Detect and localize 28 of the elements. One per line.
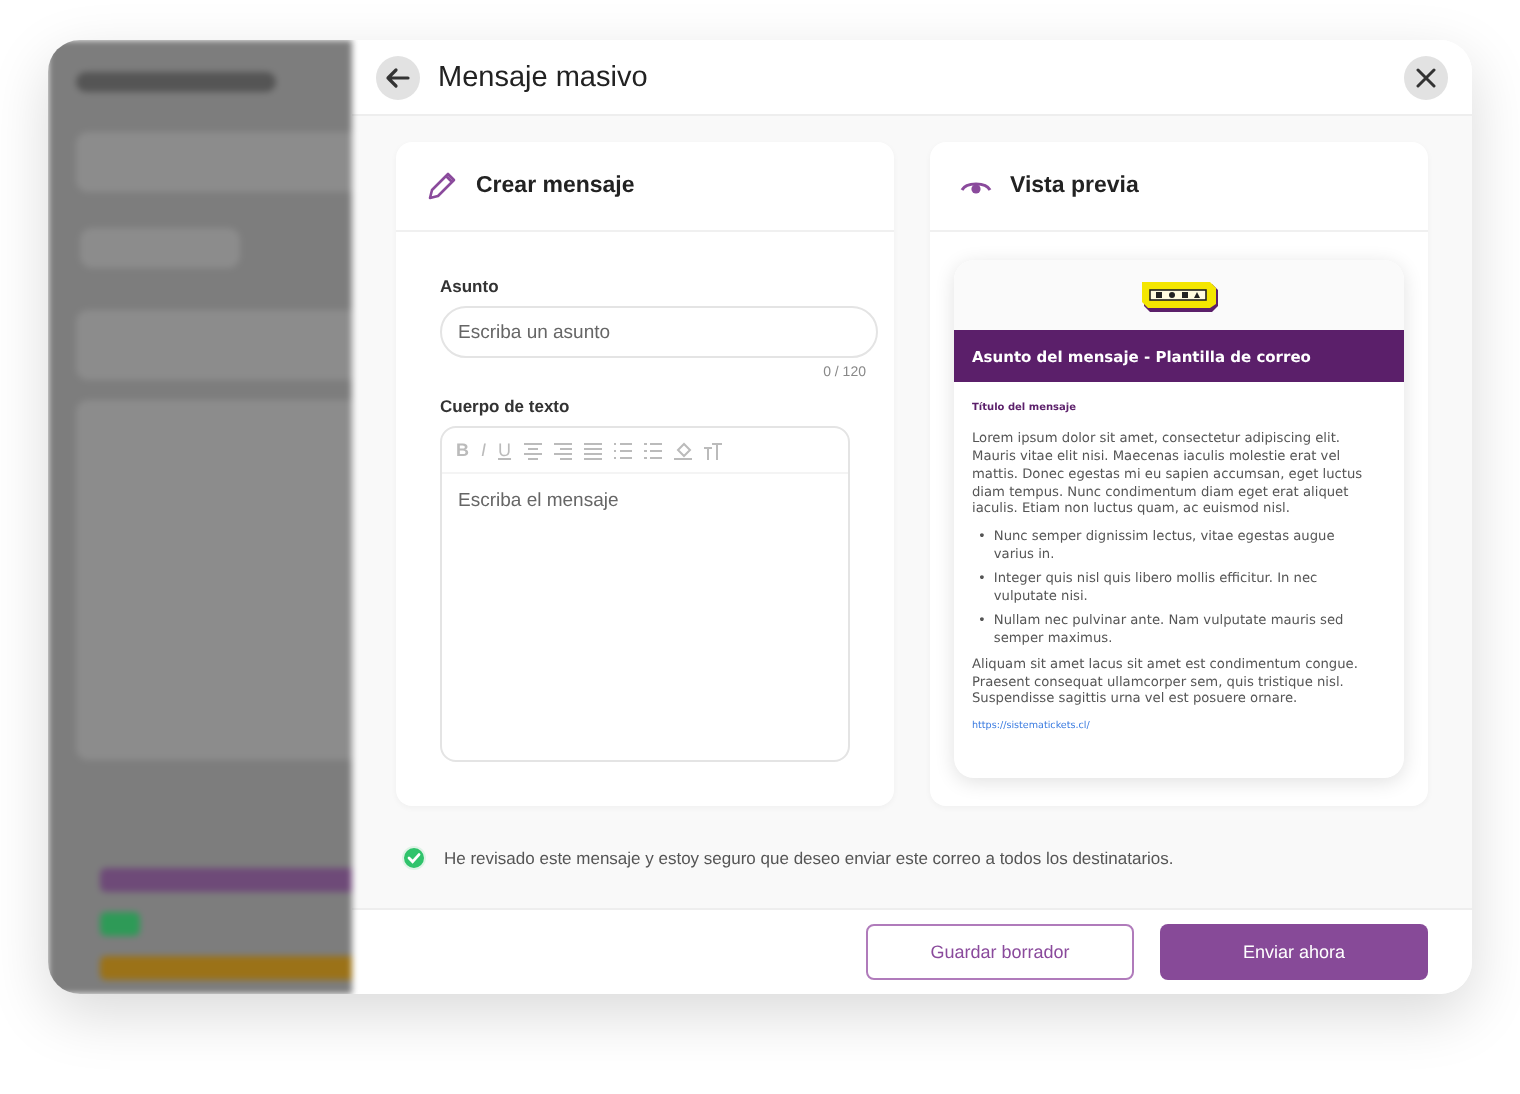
- confirm-label: He revisado este mensaje y estoy seguro que deseo enviar este correo a todos los destinatarios.: [444, 847, 1174, 868]
- modal-title: Mensaje masivo: [438, 61, 648, 94]
- confirm-checkbox[interactable]: [402, 845, 426, 870]
- text-size-icon[interactable]: [703, 441, 722, 460]
- format-button[interactable]: I: [481, 440, 487, 461]
- format-button[interactable]: B: [456, 440, 469, 461]
- card-title: Crear mensaje: [476, 174, 635, 199]
- back-arrow-icon: [384, 63, 412, 92]
- bullet-list-icon[interactable]: [613, 441, 632, 460]
- numbered-list-icon[interactable]: [643, 441, 662, 460]
- logo-icon: [1139, 277, 1219, 314]
- subject-input[interactable]: Escriba un asunto: [440, 306, 878, 359]
- field-label: Cuerpo de texto: [440, 396, 572, 417]
- paint-bucket-icon[interactable]: [673, 440, 692, 461]
- message-editor[interactable]: B I U Escriba el mensaje: [440, 426, 850, 763]
- field-label: Asunto: [440, 276, 501, 297]
- align-right-icon[interactable]: [553, 441, 572, 460]
- format-button[interactable]: U: [498, 440, 512, 461]
- justify-icon[interactable]: [583, 441, 602, 460]
- card-title: Vista previa: [1010, 174, 1139, 199]
- close-icon: [1416, 67, 1436, 88]
- save-draft-button[interactable]: Guardar borrador: [866, 924, 1134, 981]
- back-button[interactable]: [376, 55, 420, 100]
- check-icon: [406, 849, 422, 866]
- align-center-icon[interactable]: [523, 441, 542, 460]
- pencil-icon: [426, 170, 458, 203]
- send-button[interactable]: Enviar ahora: [1160, 924, 1428, 981]
- close-button[interactable]: [1404, 55, 1448, 100]
